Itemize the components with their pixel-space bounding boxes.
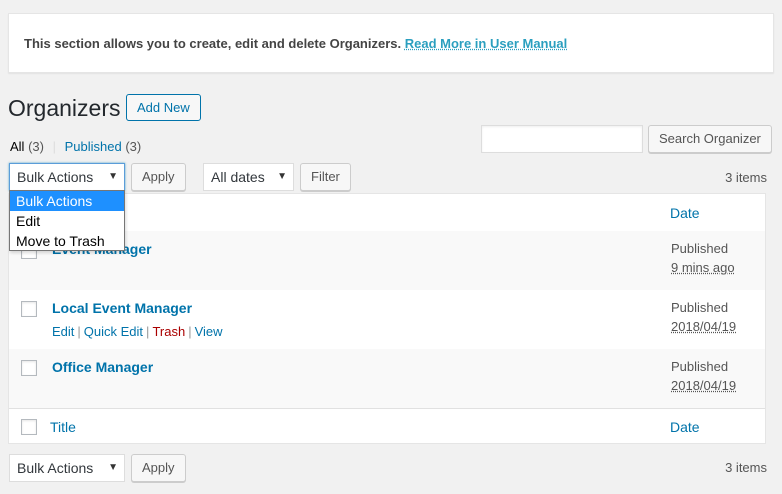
view-action[interactable]: View <box>195 324 223 339</box>
dropdown-option-bulk-actions[interactable]: Bulk Actions <box>10 191 124 211</box>
select-all-checkbox-footer[interactable] <box>21 419 37 435</box>
search-input[interactable] <box>481 125 643 153</box>
row-date: Published 2018/04/19 <box>671 359 737 393</box>
row-checkbox[interactable] <box>21 360 37 376</box>
dates-filter-select[interactable]: All dates ▼ <box>203 163 294 191</box>
apply-button-bottom[interactable]: Apply <box>131 454 186 482</box>
table-row: Local Event Manager Edit | Quick Edit | Tras… <box>9 290 765 349</box>
row-title-link[interactable]: Local Event Manager <box>52 300 192 316</box>
bulk-actions-dropdown: Bulk Actions Edit Move to Trash <box>9 190 125 251</box>
views-separator: | <box>52 139 56 154</box>
row-date: Published 9 mins ago <box>671 241 735 275</box>
dropdown-option-edit[interactable]: Edit <box>10 211 124 231</box>
bulk-actions-select-top[interactable]: Bulk Actions ▼ <box>9 163 125 191</box>
bulk-actions-select-bottom[interactable]: Bulk Actions ▼ <box>9 454 125 482</box>
trash-action[interactable]: Trash <box>152 324 185 339</box>
chevron-down-icon: ▼ <box>108 462 118 473</box>
items-count-top: 3 items <box>725 170 767 185</box>
view-all-link[interactable]: All (3) <box>10 139 44 154</box>
chevron-down-icon: ▼ <box>108 171 118 182</box>
table-row: Office Manager Published 2018/04/19 <box>9 349 765 409</box>
dropdown-option-move-to-trash[interactable]: Move to Trash <box>10 231 124 251</box>
title-column-footer[interactable]: Title <box>50 419 76 435</box>
apply-button-top[interactable]: Apply <box>131 163 186 191</box>
row-actions: Edit | Quick Edit | Trash | View <box>52 324 223 339</box>
date-column-header[interactable]: Date <box>670 205 700 221</box>
row-title-link[interactable]: Office Manager <box>52 359 153 375</box>
row-date: Published 2018/04/19 <box>671 300 737 334</box>
date-column-footer[interactable]: Date <box>670 419 700 435</box>
quick-edit-action[interactable]: Quick Edit <box>84 324 143 339</box>
page-title: Organizers <box>8 95 121 121</box>
edit-action[interactable]: Edit <box>52 324 74 339</box>
table-footer: Title Date <box>9 409 765 443</box>
add-new-button[interactable]: Add New <box>126 94 201 121</box>
search-organizer-button[interactable]: Search Organizer <box>648 125 772 153</box>
filter-button[interactable]: Filter <box>300 163 351 191</box>
notice-text: This section allows you to create, edit … <box>24 36 568 51</box>
items-count-bottom: 3 items <box>725 460 767 475</box>
read-more-link[interactable]: Read More in User Manual <box>405 36 568 51</box>
status-views: All (3) | Published (3) <box>10 139 141 154</box>
info-notice: This section allows you to create, edit … <box>8 13 774 73</box>
chevron-down-icon: ▼ <box>277 171 287 182</box>
view-published-link[interactable]: Published (3) <box>65 139 142 154</box>
row-checkbox[interactable] <box>21 301 37 317</box>
